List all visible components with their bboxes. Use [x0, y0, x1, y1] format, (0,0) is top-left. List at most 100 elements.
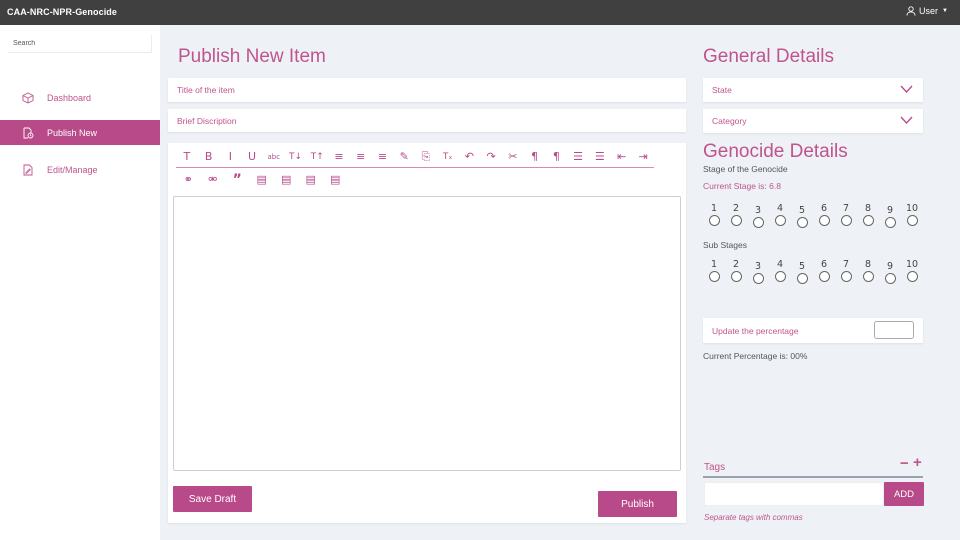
sub-stage-option[interactable]: 1 [703, 259, 725, 284]
sub-stage-option[interactable]: 8 [857, 259, 879, 284]
radio-button[interactable] [752, 217, 764, 228]
sidebar-item-edit-manage[interactable]: Edit/Manage [0, 157, 160, 182]
paragraph-icon[interactable]: ¶ [524, 147, 546, 167]
radio-button[interactable] [708, 215, 720, 226]
radio-button[interactable] [796, 273, 808, 284]
image-left-icon[interactable]: ▤ [250, 170, 275, 190]
stage-option[interactable]: 9 [879, 203, 901, 228]
align-left-icon[interactable]: ≡ [328, 147, 350, 167]
sub-stage-option[interactable]: 2 [725, 259, 747, 284]
bulleted-list-icon[interactable]: ☰ [567, 147, 589, 167]
stage-number: 8 [864, 203, 872, 214]
redo-icon[interactable]: ↷ [480, 147, 502, 167]
update-percentage-label: Update the percentage [712, 325, 799, 336]
chevron-down-icon [900, 85, 913, 93]
radio-button[interactable] [752, 273, 764, 284]
top-bar: CAA-NRC-NPR-Genocide User ▼ [0, 0, 960, 25]
stage-option[interactable]: 4 [769, 203, 791, 228]
clear-format-icon[interactable]: Tₓ [437, 147, 459, 167]
align-center-icon[interactable]: ≡ [350, 147, 372, 167]
publish-button[interactable]: Publish [598, 491, 677, 517]
sub-stage-option[interactable]: 4 [769, 259, 791, 284]
sub-stage-number: 2 [732, 259, 740, 270]
user-menu[interactable]: User ▼ [906, 6, 948, 16]
sub-stage-option[interactable]: 10 [901, 259, 923, 284]
brief-description-input[interactable]: Brief Discription [168, 109, 686, 132]
undo-icon[interactable]: ↶ [459, 147, 481, 167]
sub-stage-option[interactable]: 5 [791, 259, 813, 284]
app-title[interactable]: CAA-NRC-NPR-Genocide [7, 7, 117, 17]
save-draft-button[interactable]: Save Draft [173, 486, 252, 512]
radio-button[interactable] [818, 215, 830, 226]
radio-button[interactable] [708, 271, 720, 282]
radio-button[interactable] [884, 273, 896, 284]
subscript-icon[interactable]: T↓ [285, 147, 307, 167]
stage-option[interactable]: 1 [703, 203, 725, 228]
indent-icon[interactable]: ⇥ [632, 147, 654, 167]
stage-option[interactable]: 8 [857, 203, 879, 228]
underline-icon[interactable]: U [241, 147, 263, 167]
sub-stage-option[interactable]: 3 [747, 259, 769, 284]
radio-button[interactable] [774, 215, 786, 226]
radio-button[interactable] [906, 215, 918, 226]
stage-option[interactable]: 10 [901, 203, 923, 228]
stage-option[interactable]: 5 [791, 203, 813, 228]
radio-button[interactable] [818, 271, 830, 282]
radio-button[interactable] [730, 271, 742, 282]
sidebar-item-dashboard[interactable]: Dashboard [0, 85, 160, 110]
radio-button[interactable] [862, 271, 874, 282]
radio-button[interactable] [774, 271, 786, 282]
minus-icon[interactable]: − [900, 455, 909, 472]
stage-number: 5 [798, 205, 806, 216]
sub-stage-option[interactable]: 6 [813, 259, 835, 284]
radio-button[interactable] [730, 215, 742, 226]
italic-icon[interactable]: I [219, 147, 241, 167]
stage-number: 4 [776, 203, 784, 214]
strikethrough-icon[interactable]: abc [263, 147, 285, 167]
outdent-icon[interactable]: ⇤ [611, 147, 633, 167]
blockquote-icon[interactable]: ” [225, 170, 250, 190]
sidebar: Dashboard Publish New Edit/Manage [0, 25, 160, 540]
sub-stage-number: 10 [905, 259, 919, 270]
paste-icon[interactable]: ⎘ [415, 147, 437, 167]
superscript-icon[interactable]: T↑ [306, 147, 328, 167]
sub-stage-number: 9 [886, 261, 894, 272]
image-center-icon[interactable]: ▤ [274, 170, 299, 190]
attachment-icon[interactable]: ✂ [502, 147, 524, 167]
paragraph-rtl-icon[interactable]: ¶ [545, 147, 567, 167]
sub-stage-number: 5 [798, 261, 806, 272]
radio-button[interactable] [906, 271, 918, 282]
add-tag-button[interactable]: ADD [884, 482, 924, 506]
unlink-icon[interactable]: ⚮ [201, 170, 226, 190]
image-block-icon[interactable]: ▤ [323, 170, 348, 190]
stage-number: 3 [754, 205, 762, 216]
category-select[interactable]: Category [703, 109, 923, 133]
numbered-list-icon[interactable]: ☰ [589, 147, 611, 167]
editor-content-area[interactable] [173, 196, 681, 471]
stage-option[interactable]: 7 [835, 203, 857, 228]
format-painter-icon[interactable]: ✎ [393, 147, 415, 167]
sub-stage-option[interactable]: 7 [835, 259, 857, 284]
image-right-icon[interactable]: ▤ [299, 170, 324, 190]
link-icon[interactable]: ⚭ [176, 170, 201, 190]
item-title-input[interactable]: Title of the item [168, 78, 686, 102]
radio-button[interactable] [840, 215, 852, 226]
sidebar-item-publish-new[interactable]: Publish New [0, 120, 160, 145]
stage-option[interactable]: 2 [725, 203, 747, 228]
stage-option[interactable]: 3 [747, 203, 769, 228]
radio-button[interactable] [840, 271, 852, 282]
stage-option[interactable]: 6 [813, 203, 835, 228]
search-input[interactable] [8, 35, 152, 53]
font-style-icon[interactable]: T [176, 147, 198, 167]
tag-input[interactable] [704, 482, 884, 506]
state-select[interactable]: State [703, 78, 923, 102]
plus-icon[interactable]: + [913, 454, 922, 471]
radio-button[interactable] [862, 215, 874, 226]
bold-icon[interactable]: B [198, 147, 220, 167]
radio-button[interactable] [884, 217, 896, 228]
radio-button[interactable] [796, 217, 808, 228]
sub-stage-option[interactable]: 9 [879, 259, 901, 284]
align-right-icon[interactable]: ≡ [372, 147, 394, 167]
percentage-input[interactable] [874, 321, 914, 339]
sidebar-item-label: Publish New [47, 127, 98, 138]
